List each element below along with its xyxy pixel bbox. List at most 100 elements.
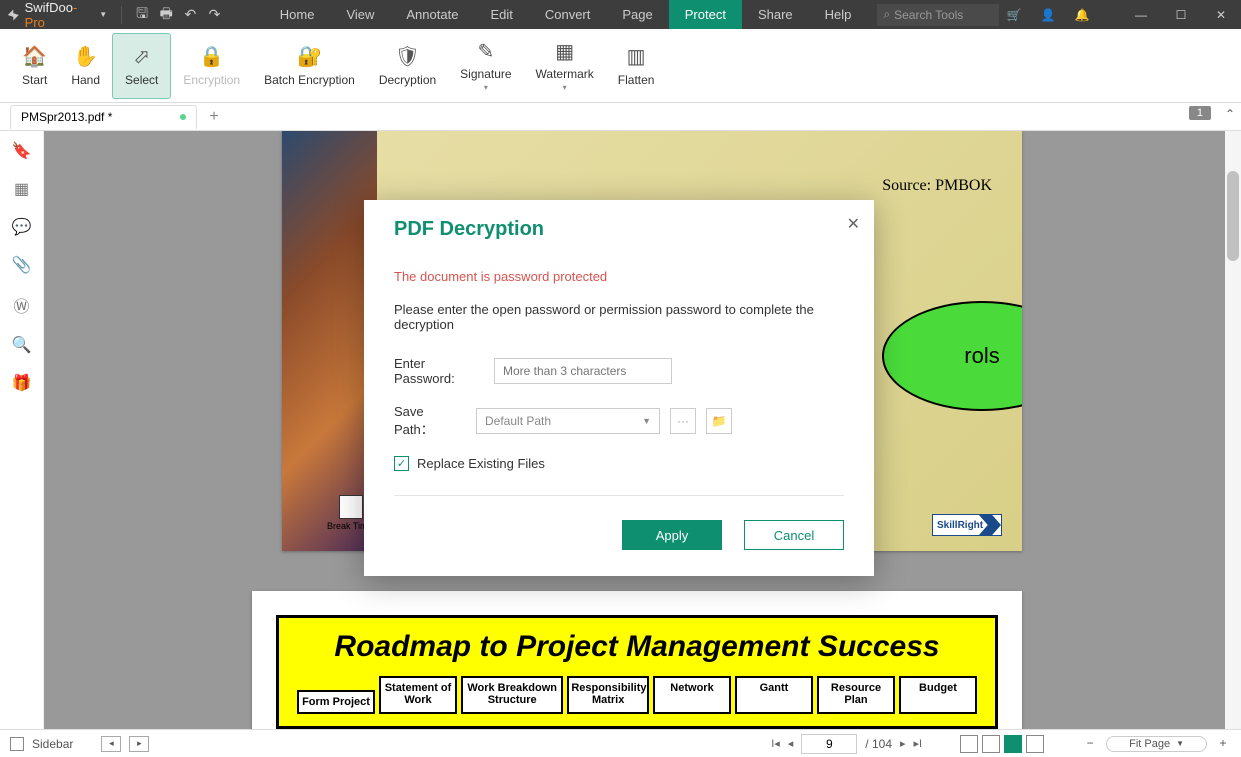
source-text: Source: PMBOK xyxy=(882,177,992,195)
status-bar: Sidebar ◂ ▸ I◂ ◂ / 104 ▸ ▸I − Fit Page▼ … xyxy=(0,729,1241,757)
tool-select[interactable]: ⬀Select xyxy=(112,33,171,99)
cursor-icon: ⬀ xyxy=(133,45,150,69)
view-continuous-icon[interactable] xyxy=(982,735,1000,753)
main-menu: Home View Annotate Edit Convert Page Pro… xyxy=(264,0,868,29)
modified-dot-icon xyxy=(180,114,186,120)
replace-label: Replace Existing Files xyxy=(417,456,545,471)
undo-icon[interactable]: ↶ xyxy=(178,6,202,23)
close-button[interactable]: ✕ xyxy=(1201,8,1241,22)
menu-share[interactable]: Share xyxy=(742,0,809,29)
minimize-button[interactable]: — xyxy=(1121,8,1161,22)
tool-start[interactable]: 🏠Start xyxy=(10,33,59,99)
password-input[interactable] xyxy=(494,358,672,384)
folder-button[interactable]: 📁 xyxy=(706,408,732,434)
user-icon[interactable]: 👤 xyxy=(1033,8,1063,22)
dialog-warning: The document is password protected xyxy=(394,269,844,284)
tool-watermark[interactable]: ▦Watermark▾ xyxy=(524,33,606,99)
left-sidebar: 🔖 ▦ 💬 📎 Ⓦ 🔍 🎁 xyxy=(0,131,44,729)
search-placeholder: Search Tools xyxy=(894,8,963,22)
box-network: Network xyxy=(653,676,731,714)
brand-name: SwifDoo xyxy=(25,0,73,15)
vertical-scrollbar[interactable] xyxy=(1225,131,1241,729)
sidebar-label: Sidebar xyxy=(32,737,73,751)
view-single-icon[interactable] xyxy=(960,735,978,753)
menu-view[interactable]: View xyxy=(330,0,390,29)
search-icon: ⌕ xyxy=(883,7,890,22)
bookmark-icon[interactable]: 🔖 xyxy=(12,141,32,161)
menu-help[interactable]: Help xyxy=(809,0,868,29)
tool-hand[interactable]: ✋Hand xyxy=(59,33,112,99)
box-resource: Resource Plan xyxy=(817,676,895,714)
lock-icon: 🔒 xyxy=(199,45,224,69)
menu-page[interactable]: Page xyxy=(606,0,668,29)
prev-page-icon[interactable]: ◂ xyxy=(788,737,794,750)
gift-icon[interactable]: 🎁 xyxy=(12,373,32,393)
dialog-instruction: Please enter the open password or permis… xyxy=(394,302,844,332)
page-badge: 1 xyxy=(1189,106,1211,120)
savepath-label: Save Path： xyxy=(394,404,466,438)
search-tools[interactable]: ⌕ Search Tools xyxy=(877,4,999,26)
zoom-select[interactable]: Fit Page▼ xyxy=(1106,736,1207,752)
tool-decryption[interactable]: 🛡Decryption xyxy=(367,33,448,99)
redo-icon[interactable]: ↷ xyxy=(202,6,226,23)
prev-group-icon[interactable]: ◂ xyxy=(101,736,121,752)
last-page-icon[interactable]: ▸I xyxy=(914,737,923,750)
maximize-button[interactable]: ☐ xyxy=(1161,8,1201,22)
replace-checkbox[interactable]: ✓ Replace Existing Files xyxy=(394,456,844,471)
menu-edit[interactable]: Edit xyxy=(474,0,528,29)
comments-icon[interactable]: 💬 xyxy=(12,217,32,237)
ribbon-toolbar: 🏠Start ✋Hand ⬀Select 🔒Encryption 🔐Batch … xyxy=(0,29,1241,103)
menu-protect[interactable]: Protect xyxy=(669,0,742,29)
title-bar: SwifDoo-Pro ▼ 🖫 🖶 ↶ ↷ Home View Annotate… xyxy=(0,0,1241,29)
next-group-icon[interactable]: ▸ xyxy=(129,736,149,752)
tab-label: PMSpr2013.pdf * xyxy=(21,110,112,124)
tab-document[interactable]: PMSpr2013.pdf * xyxy=(10,105,197,129)
next-page-icon[interactable]: ▸ xyxy=(900,737,906,750)
zoom-in-icon[interactable]: + xyxy=(1215,736,1231,752)
home-icon: 🏠 xyxy=(22,45,47,69)
thumbnails-icon[interactable]: ▦ xyxy=(14,179,29,199)
page-input[interactable] xyxy=(801,734,857,754)
watermark-icon: ▦ xyxy=(555,39,574,63)
chevron-down-icon: ▼ xyxy=(1176,739,1184,748)
attachments-icon[interactable]: 📎 xyxy=(12,255,32,275)
green-ellipse: rols xyxy=(882,301,1022,411)
skillright-badge: SkillRight xyxy=(932,514,1002,536)
word-icon[interactable]: Ⓦ xyxy=(13,293,29,317)
shield-icon: 🛡 xyxy=(395,45,420,69)
first-page-icon[interactable]: I◂ xyxy=(771,737,780,750)
brand-dropdown-icon[interactable]: ▼ xyxy=(99,10,107,19)
view-facing-icon[interactable] xyxy=(1004,735,1022,753)
dialog-close-icon[interactable]: ✕ xyxy=(847,214,860,234)
search-panel-icon[interactable]: 🔍 xyxy=(12,335,32,355)
view-facing-continuous-icon[interactable] xyxy=(1026,735,1044,753)
batch-lock-icon: 🔐 xyxy=(297,45,322,69)
bell-icon[interactable]: 🔔 xyxy=(1067,8,1097,22)
tool-flatten[interactable]: ▥Flatten xyxy=(606,33,667,99)
document-tabs: PMSpr2013.pdf * + 1 ⌃ xyxy=(0,103,1241,131)
save-icon[interactable]: 🖫 xyxy=(130,3,154,27)
flatten-icon: ▥ xyxy=(627,45,646,69)
apply-button[interactable]: Apply xyxy=(622,520,722,550)
tool-encryption: 🔒Encryption xyxy=(171,33,252,99)
menu-home[interactable]: Home xyxy=(264,0,331,29)
pdf-page-2: Roadmap to Project Management Success Fo… xyxy=(252,591,1022,729)
page-total: / 104 xyxy=(865,737,892,751)
cancel-button[interactable]: Cancel xyxy=(744,520,844,550)
decryption-dialog: ✕ PDF Decryption The document is passwor… xyxy=(364,200,874,576)
sidebar-toggle-icon[interactable] xyxy=(10,737,24,751)
scrollbar-thumb[interactable] xyxy=(1227,171,1239,261)
print-icon[interactable]: 🖶 xyxy=(154,3,178,27)
more-button[interactable]: ··· xyxy=(670,408,696,434)
zoom-out-icon[interactable]: − xyxy=(1082,736,1098,752)
menu-annotate[interactable]: Annotate xyxy=(390,0,474,29)
tool-batch-encryption[interactable]: 🔐Batch Encryption xyxy=(252,33,367,99)
cart-icon[interactable]: 🛒 xyxy=(999,8,1029,22)
savepath-select[interactable]: Default Path▼ xyxy=(476,408,660,434)
menu-convert[interactable]: Convert xyxy=(529,0,607,29)
new-tab-button[interactable]: + xyxy=(209,108,218,126)
dialog-title: PDF Decryption xyxy=(394,218,844,241)
tool-signature[interactable]: ✎Signature▾ xyxy=(448,33,523,99)
box-gantt: Gantt xyxy=(735,676,813,714)
collapse-ribbon-icon[interactable]: ⌃ xyxy=(1225,107,1235,121)
